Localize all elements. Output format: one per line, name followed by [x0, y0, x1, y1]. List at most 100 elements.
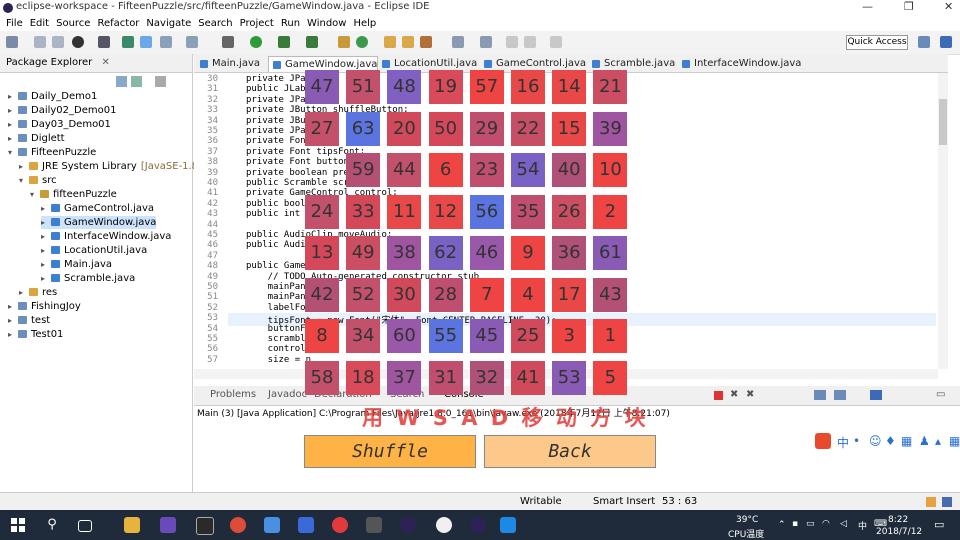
- save-all-icon[interactable]: [52, 36, 64, 48]
- debug-perspective-icon[interactable]: [72, 36, 84, 48]
- previous-annotation-icon[interactable]: [480, 36, 492, 48]
- file-explorer-icon[interactable]: [124, 517, 140, 533]
- forward-icon[interactable]: [550, 36, 562, 48]
- java-perspective-icon[interactable]: [940, 36, 952, 48]
- menu-refactor[interactable]: Refactor: [97, 17, 139, 31]
- puzzle-tile[interactable]: 17: [552, 277, 587, 312]
- tree-item[interactable]: ▾ FifteenPuzzle: [8, 146, 96, 159]
- tree-item[interactable]: ▸ Test01: [8, 328, 63, 341]
- chevron-right-icon[interactable]: ▸: [8, 132, 18, 145]
- next-annotation-icon[interactable]: [452, 36, 464, 48]
- puzzle-tile[interactable]: 53: [552, 360, 587, 395]
- search-taskbar-icon[interactable]: ⚲: [44, 517, 60, 533]
- tree-item[interactable]: ▸ Scramble.java: [41, 272, 135, 285]
- puzzle-tile[interactable]: 55: [428, 319, 463, 353]
- view-menu-icon[interactable]: [155, 76, 166, 87]
- puzzle-tile[interactable]: 14: [552, 70, 587, 104]
- editor-tab[interactable]: Scramble.java: [588, 56, 675, 71]
- tray-volume-icon[interactable]: ◁: [840, 519, 847, 529]
- minimize-button[interactable]: —: [862, 0, 873, 13]
- puzzle-tile[interactable]: 59: [346, 153, 381, 187]
- chevron-right-icon[interactable]: ▸: [41, 202, 51, 215]
- puzzle-tile[interactable]: 31: [428, 360, 463, 395]
- code-line[interactable]: public int s: [246, 209, 311, 219]
- tree-item[interactable]: ▸ Daily02_Demo01: [8, 104, 116, 117]
- tray-ime-indicator[interactable]: 中: [858, 519, 867, 532]
- chevron-right-icon[interactable]: ▸: [41, 230, 51, 243]
- ime-punctuation-icon[interactable]: •: [853, 434, 860, 448]
- chevron-right-icon[interactable]: ▸: [19, 160, 29, 173]
- new-icon[interactable]: [6, 36, 18, 48]
- code-line[interactable]: private JPan: [246, 126, 311, 136]
- tab-javadoc[interactable]: Javadoc: [268, 389, 307, 400]
- open-folder-icon[interactable]: [384, 36, 396, 48]
- puzzle-tile[interactable]: 40: [552, 153, 587, 187]
- puzzle-tile[interactable]: 50: [428, 111, 463, 146]
- ime-emoji-icon[interactable]: ☺: [869, 434, 882, 448]
- puzzle-tile[interactable]: 10: [593, 153, 628, 187]
- code-line[interactable]: mainPane: [246, 282, 311, 292]
- block-selection-icon[interactable]: [160, 36, 172, 48]
- puzzle-tile[interactable]: 32: [469, 360, 504, 395]
- code-line[interactable]: scramble: [246, 334, 311, 344]
- chevron-right-icon[interactable]: ▸: [8, 300, 18, 313]
- puzzle-tile[interactable]: 8: [305, 319, 339, 353]
- code-line[interactable]: labelFon: [246, 303, 311, 313]
- puzzle-tile[interactable]: 36: [552, 236, 587, 270]
- editor-tab[interactable]: LocationUtil.java: [378, 56, 477, 71]
- remove-launch-icon[interactable]: ✖: [730, 389, 738, 400]
- puzzle-tile[interactable]: 30: [387, 277, 422, 312]
- chevron-down-icon[interactable]: ▾: [30, 188, 40, 201]
- open-perspective-icon[interactable]: [918, 36, 930, 48]
- puzzle-tile[interactable]: 60: [387, 319, 422, 353]
- puzzle-tile[interactable]: 4: [511, 277, 545, 312]
- puzzle-tile[interactable]: 56: [469, 194, 504, 229]
- media-player-icon[interactable]: [196, 517, 214, 535]
- link-editor-icon[interactable]: [131, 76, 142, 87]
- puzzle-tile[interactable]: 47: [305, 70, 339, 104]
- chevron-right-icon[interactable]: ▸: [8, 118, 18, 131]
- open-console-icon[interactable]: [870, 390, 882, 400]
- tree-item[interactable]: ▸ test: [8, 314, 50, 327]
- chevron-right-icon[interactable]: ▸: [8, 314, 18, 327]
- puzzle-tile[interactable]: 26: [552, 194, 587, 229]
- chevron-right-icon[interactable]: ▸: [8, 328, 18, 341]
- ime-shirt-icon[interactable]: ▴: [935, 434, 941, 448]
- app-icon[interactable]: [332, 517, 348, 533]
- coverage-icon[interactable]: [306, 36, 318, 48]
- chevron-right-icon[interactable]: ▸: [19, 286, 29, 299]
- tray-network-icon[interactable]: ▭: [806, 519, 815, 529]
- tree-item[interactable]: ▸ res: [19, 286, 57, 299]
- remove-all-icon[interactable]: ✖: [746, 389, 754, 400]
- tree-item[interactable]: ▾ fifteenPuzzle: [30, 188, 117, 201]
- puzzle-tile[interactable]: 5: [593, 360, 628, 395]
- visual-studio-icon[interactable]: [160, 517, 176, 533]
- puzzle-tile[interactable]: 43: [593, 277, 628, 312]
- tray-chevron-icon[interactable]: ⌃: [778, 520, 786, 530]
- collapse-all-icon[interactable]: [116, 76, 127, 87]
- chevron-right-icon[interactable]: ▸: [41, 258, 51, 271]
- puzzle-tile[interactable]: 33: [346, 194, 381, 229]
- save-icon[interactable]: [34, 36, 46, 48]
- tab-problems[interactable]: Problems: [210, 389, 256, 400]
- puzzle-tile[interactable]: 16: [511, 70, 545, 104]
- code-line[interactable]: public Audio: [246, 240, 311, 250]
- chevron-down-icon[interactable]: ▾: [8, 146, 18, 159]
- tray-wifi-icon[interactable]: ◠: [822, 519, 830, 529]
- terminate-icon[interactable]: [714, 391, 723, 400]
- chevron-down-icon[interactable]: ▾: [19, 174, 29, 187]
- puzzle-tile[interactable]: 11: [387, 194, 422, 229]
- action-center-icon[interactable]: ▭: [934, 518, 944, 531]
- puzzle-tile[interactable]: 2: [593, 194, 628, 229]
- shuffle-button[interactable]: Shuffle: [304, 435, 476, 468]
- eclipse-window-icon[interactable]: [470, 517, 486, 533]
- editor-tab[interactable]: GameControl.java: [480, 56, 586, 71]
- chrome-icon[interactable]: [230, 517, 246, 533]
- chevron-right-icon[interactable]: ▸: [41, 244, 51, 257]
- menu-run[interactable]: Run: [281, 17, 300, 31]
- display-console-icon[interactable]: [814, 390, 826, 400]
- puzzle-tile[interactable]: 45: [469, 319, 504, 353]
- menu-search[interactable]: Search: [198, 17, 232, 31]
- highlight-icon[interactable]: [140, 36, 152, 48]
- puzzle-tile[interactable]: 6: [428, 153, 463, 187]
